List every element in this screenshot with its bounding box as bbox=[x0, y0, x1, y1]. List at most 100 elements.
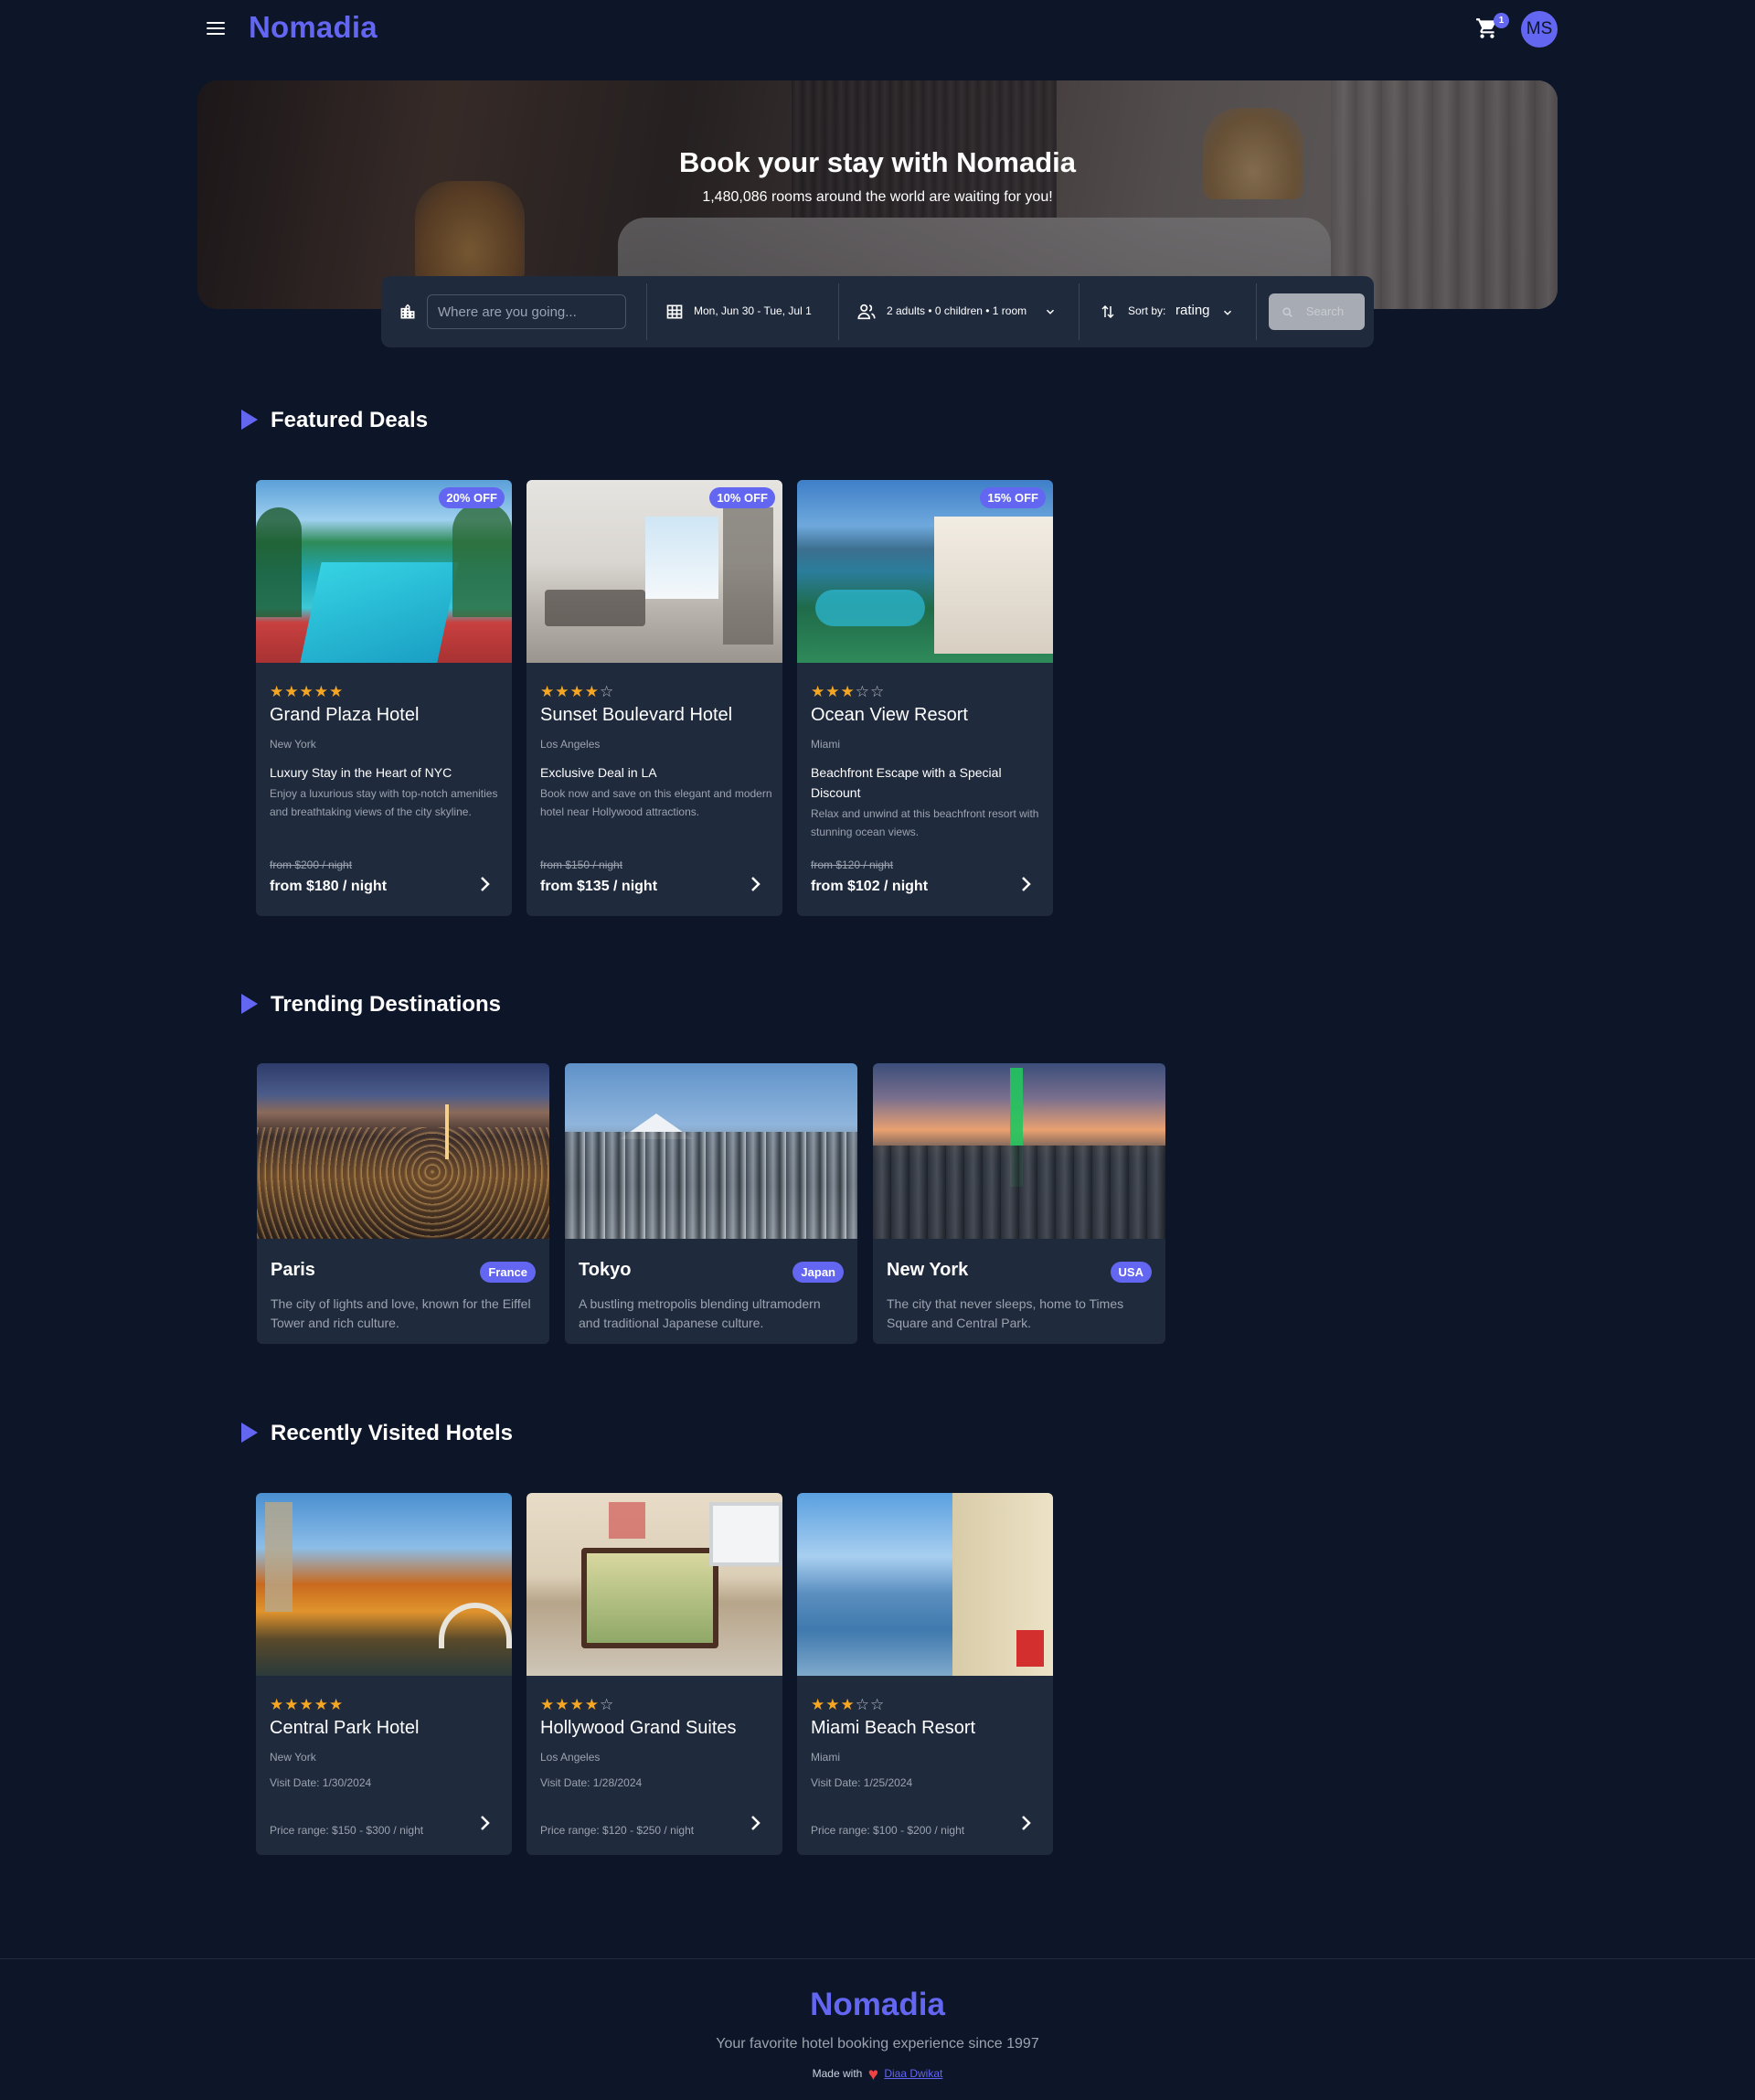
country-badge: France bbox=[480, 1262, 536, 1283]
original-price: from $200 / night bbox=[270, 858, 353, 871]
destination-card[interactable]: Paris France The city of lights and love… bbox=[257, 1063, 549, 1344]
section-recently-visited: Recently Visited Hotels bbox=[241, 1421, 513, 1446]
discount-badge: 20% OFF bbox=[439, 487, 505, 508]
price-range: Price range: $150 - $300 / night bbox=[270, 1824, 424, 1837]
section-featured-deals: Featured Deals bbox=[241, 408, 428, 433]
chevron-right-icon[interactable] bbox=[744, 873, 766, 895]
hotel-name: Sunset Boulevard Hotel bbox=[540, 705, 733, 725]
search-divider bbox=[646, 283, 647, 340]
star-rating: ★★★★★ bbox=[270, 683, 345, 700]
destination-photo bbox=[257, 1063, 549, 1239]
hotel-city: Los Angeles bbox=[540, 1751, 601, 1764]
chevron-down-icon[interactable] bbox=[1044, 305, 1057, 318]
country-badge: Japan bbox=[792, 1262, 844, 1283]
chevron-right-icon[interactable] bbox=[1015, 873, 1037, 895]
footer-credit: Made with ♥ Diaa Dwikat bbox=[0, 2065, 1755, 2085]
triangle-icon bbox=[241, 1423, 258, 1443]
footer-logo: Nomadia bbox=[810, 1987, 945, 2022]
avatar[interactable]: MS bbox=[1521, 11, 1558, 48]
sort-icon bbox=[1101, 304, 1114, 319]
destination-input[interactable] bbox=[427, 294, 626, 329]
hotel-name: Ocean View Resort bbox=[811, 705, 968, 725]
hotel-city: Miami bbox=[811, 738, 840, 751]
hotel-city: New York bbox=[270, 1751, 316, 1764]
price-range: Price range: $100 - $200 / night bbox=[811, 1824, 965, 1837]
recent-hotel-card[interactable]: ★★★☆☆ Miami Beach Resort Miami Visit Dat… bbox=[797, 1493, 1053, 1855]
date-range[interactable]: Mon, Jun 30 - Tue, Jul 1 bbox=[694, 304, 812, 317]
destination-description: The city that never sleeps, home to Time… bbox=[887, 1296, 1124, 1330]
destination-card[interactable]: New York USA The city that never sleeps,… bbox=[873, 1063, 1165, 1344]
destination-description: A bustling metropolis blending ultramode… bbox=[579, 1296, 821, 1330]
search-button-label: Search bbox=[1305, 304, 1345, 318]
deal-card[interactable]: 20% OFF ★★★★★ Grand Plaza Hotel New York… bbox=[256, 480, 512, 916]
search-divider bbox=[1256, 283, 1257, 340]
chevron-right-icon[interactable] bbox=[473, 873, 495, 895]
hotel-photo bbox=[797, 1493, 1053, 1676]
star-rating: ★★★★☆ bbox=[540, 1696, 615, 1713]
calendar-icon bbox=[666, 304, 683, 319]
star-rating: ★★★☆☆ bbox=[811, 683, 886, 700]
search-divider bbox=[1079, 283, 1080, 340]
original-price: from $150 / night bbox=[540, 858, 623, 871]
guests-selector[interactable]: 2 adults • 0 children • 1 room bbox=[887, 304, 1026, 317]
discount-badge: 15% OFF bbox=[980, 487, 1046, 508]
star-rating: ★★★★★ bbox=[270, 1696, 345, 1713]
destination-photo bbox=[873, 1063, 1165, 1239]
deal-card[interactable]: 10% OFF ★★★★☆ Sunset Boulevard Hotel Los… bbox=[526, 480, 782, 916]
triangle-icon bbox=[241, 410, 258, 430]
chevron-down-icon[interactable] bbox=[1221, 306, 1234, 319]
visit-date: Visit Date: 1/28/2024 bbox=[540, 1776, 643, 1789]
footer: Nomadia Your favorite hotel booking expe… bbox=[0, 1958, 1755, 2100]
discount-badge: 10% OFF bbox=[709, 487, 775, 508]
menu-icon[interactable] bbox=[205, 18, 227, 40]
hotel-icon bbox=[400, 304, 415, 319]
sort-label: Sort by: bbox=[1128, 304, 1166, 317]
hotel-name: Central Park Hotel bbox=[270, 1718, 420, 1738]
sort-value[interactable]: rating bbox=[1175, 303, 1210, 318]
hotel-photo bbox=[256, 1493, 512, 1676]
recent-hotel-card[interactable]: ★★★★☆ Hollywood Grand Suites Los Angeles… bbox=[526, 1493, 782, 1855]
search-bar: Mon, Jun 30 - Tue, Jul 1 2 adults • 0 ch… bbox=[381, 276, 1374, 347]
deal-card[interactable]: 15% OFF ★★★☆☆ Ocean View Resort Miami Be… bbox=[797, 480, 1053, 916]
search-button[interactable]: Search bbox=[1269, 293, 1365, 330]
deal-description: Enjoy a luxurious stay with top-notch am… bbox=[270, 787, 498, 818]
hotel-name: Hollywood Grand Suites bbox=[540, 1718, 737, 1738]
search-divider bbox=[838, 283, 839, 340]
search-icon bbox=[1282, 307, 1292, 317]
star-rating: ★★★☆☆ bbox=[811, 1696, 886, 1713]
cart-count-badge: 1 bbox=[1494, 13, 1509, 28]
hero-subtitle: 1,480,086 rooms around the world are wai… bbox=[702, 189, 1053, 205]
destination-name: Paris bbox=[271, 1260, 315, 1280]
price-range: Price range: $120 - $250 / night bbox=[540, 1824, 695, 1837]
logo[interactable]: Nomadia bbox=[249, 10, 378, 45]
country-badge: USA bbox=[1110, 1262, 1152, 1283]
hotel-city: New York bbox=[270, 738, 316, 751]
footer-tagline: Your favorite hotel booking experience s… bbox=[716, 2036, 1039, 2052]
recent-hotel-card[interactable]: ★★★★★ Central Park Hotel New York Visit … bbox=[256, 1493, 512, 1855]
hotel-photo bbox=[526, 1493, 782, 1676]
hero-title: Book your stay with Nomadia bbox=[678, 146, 1077, 178]
deal-description: Relax and unwind at this beachfront reso… bbox=[811, 807, 1039, 838]
guests-icon bbox=[857, 304, 876, 320]
section-title: Trending Destinations bbox=[271, 992, 502, 1017]
destination-card[interactable]: Tokyo Japan A bustling metropolis blendi… bbox=[565, 1063, 857, 1344]
deal-headline: Luxury Stay in the Heart of NYC bbox=[270, 765, 452, 780]
chevron-right-icon[interactable] bbox=[473, 1812, 495, 1834]
destination-name: Tokyo bbox=[579, 1260, 632, 1280]
deal-headline: Exclusive Deal in LA bbox=[540, 765, 657, 780]
hotel-name: Grand Plaza Hotel bbox=[270, 705, 420, 725]
section-title: Featured Deals bbox=[271, 408, 429, 432]
heart-icon: ♥ bbox=[867, 2065, 878, 2084]
section-trending-destinations: Trending Destinations bbox=[241, 992, 501, 1018]
section-title: Recently Visited Hotels bbox=[271, 1421, 513, 1445]
deal-price: from $135 / night bbox=[540, 879, 658, 894]
destination-photo bbox=[565, 1063, 857, 1239]
triangle-icon bbox=[241, 994, 258, 1014]
chevron-right-icon[interactable] bbox=[744, 1812, 766, 1834]
chevron-right-icon[interactable] bbox=[1015, 1812, 1037, 1834]
deal-price: from $102 / night bbox=[811, 879, 929, 894]
hotel-city: Miami bbox=[811, 1751, 840, 1764]
author-link[interactable]: Diaa Dwikat bbox=[884, 2067, 942, 2080]
deal-headline: Beachfront Escape with a Special Discoun… bbox=[811, 765, 1002, 800]
star-rating: ★★★★☆ bbox=[540, 683, 615, 700]
